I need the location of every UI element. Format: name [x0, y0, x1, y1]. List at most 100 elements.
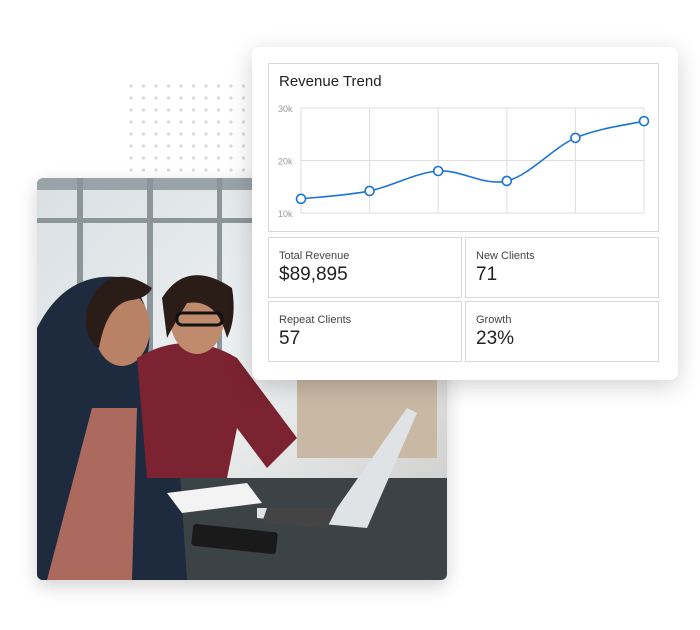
decorative-dot [166, 96, 171, 100]
decorative-dot [241, 132, 246, 136]
decorative-dot [154, 84, 158, 88]
decorative-dot [129, 168, 133, 172]
decorative-dot [204, 156, 208, 160]
decorative-dot [191, 132, 196, 136]
decorative-dot [229, 108, 233, 112]
decorative-dot [204, 120, 208, 124]
decorative-dot [129, 120, 133, 124]
decorative-dot [216, 120, 221, 124]
decorative-dot [179, 132, 183, 136]
decorative-dot [191, 144, 196, 148]
dashboard-card: Revenue Trend 10k 20k 30k Total Revenue $8… [252, 47, 678, 380]
decorative-dot-grid [129, 84, 246, 172]
decorative-dot [204, 144, 208, 148]
decorative-dot [179, 156, 183, 160]
decorative-dot [166, 132, 171, 136]
decorative-dot [129, 132, 133, 136]
data-point [364, 185, 375, 197]
decorative-dot [179, 144, 183, 148]
decorative-dot [216, 156, 221, 160]
decorative-dot [241, 156, 246, 160]
decorative-dot [166, 156, 171, 160]
decorative-dot [179, 84, 183, 88]
decorative-dot [229, 144, 233, 148]
decorative-dot [191, 108, 196, 112]
stat-value: $89,895 [279, 264, 348, 285]
decorative-dot [216, 84, 221, 88]
data-point [501, 175, 513, 187]
decorative-dot [216, 144, 221, 148]
decorative-dot [141, 120, 146, 124]
decorative-dot [229, 120, 233, 124]
decorative-dot [141, 156, 146, 160]
series-line [300, 120, 645, 200]
decorative-dot [154, 120, 158, 124]
decorative-dot [204, 168, 208, 172]
decorative-dot [154, 156, 158, 160]
decorative-dot [216, 96, 221, 100]
stat-value: 57 [279, 328, 301, 349]
stat-growth: Growth 23% [465, 301, 659, 362]
stat-value: 23% [476, 328, 515, 349]
data-point [432, 165, 444, 177]
decorative-dot [129, 96, 133, 100]
decorative-dot [229, 96, 233, 100]
decorative-dot [179, 108, 183, 112]
decorative-dot [241, 144, 246, 148]
decorative-dot [141, 132, 146, 136]
stat-label: New Clients [476, 250, 535, 262]
decorative-dot [241, 108, 246, 112]
chart-plot: 10k 20k 30k [278, 104, 650, 219]
decorative-dot [216, 108, 221, 112]
decorative-dot [129, 108, 133, 112]
stat-label: Growth [476, 314, 512, 326]
decorative-dot [229, 132, 233, 136]
decorative-dot [216, 132, 221, 136]
decorative-dot [241, 96, 246, 100]
decorative-dot [141, 96, 146, 100]
decorative-dot [191, 156, 196, 160]
decorative-dot [141, 84, 146, 88]
decorative-dot [166, 120, 171, 124]
y-tick-label: 10k [278, 209, 293, 219]
y-tick-label: 20k [278, 157, 293, 167]
decorative-dot [154, 96, 158, 100]
decorative-dot [204, 132, 208, 136]
data-point [638, 115, 650, 127]
decorative-dot [179, 168, 183, 172]
decorative-dot [129, 144, 133, 148]
decorative-dot [166, 168, 171, 172]
decorative-dot [191, 120, 196, 124]
decorative-dot [229, 168, 233, 172]
y-tick-label: 30k [278, 104, 293, 114]
data-point [570, 132, 581, 144]
decorative-dot [191, 168, 196, 172]
decorative-dot [216, 168, 221, 172]
decorative-dot [204, 84, 208, 88]
decorative-dot [141, 168, 146, 172]
stat-label: Total Revenue [279, 250, 350, 262]
stat-new-clients: New Clients 71 [465, 237, 659, 298]
decorative-dot [191, 96, 196, 100]
decorative-dot [166, 84, 171, 88]
decorative-dot [241, 120, 246, 124]
decorative-dot [191, 84, 196, 88]
decorative-dot [154, 108, 158, 112]
decorative-dot [141, 144, 146, 148]
decorative-dot [166, 108, 171, 112]
decorative-dot [204, 96, 208, 100]
decorative-dot [154, 144, 158, 148]
decorative-dot [229, 84, 233, 88]
decorative-dot [141, 108, 146, 112]
decorative-dot [129, 156, 133, 160]
stat-label: Repeat Clients [279, 314, 352, 326]
revenue-trend-chart: Revenue Trend 10k 20k 30k [268, 63, 659, 232]
decorative-dot [179, 96, 183, 100]
stat-total-revenue: Total Revenue $89,895 [268, 237, 462, 298]
decorative-dot [129, 84, 133, 88]
decorative-dot [154, 132, 158, 136]
stat-value: 71 [476, 264, 498, 285]
decorative-dot [154, 168, 158, 172]
decorative-dot [229, 156, 233, 160]
stat-repeat-clients: Repeat Clients 57 [268, 301, 462, 362]
